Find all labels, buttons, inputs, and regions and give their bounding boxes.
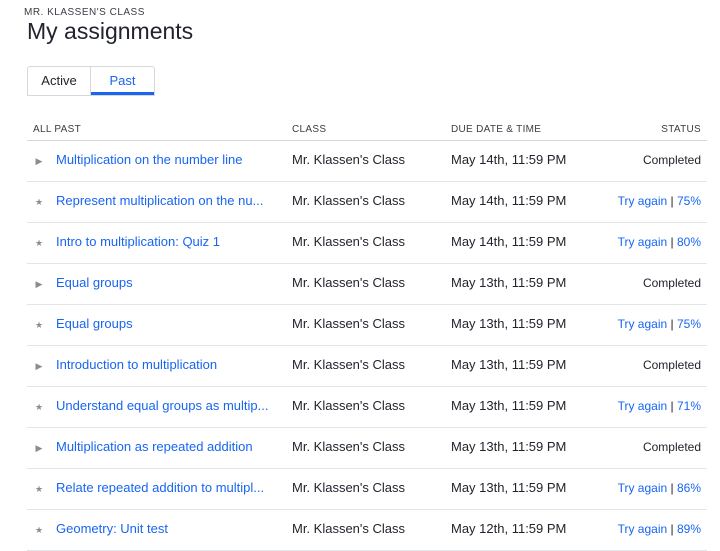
table-row: ▶ Equal groups Mr. Klassen's Class May 1… xyxy=(27,264,707,305)
star-icon: ★ xyxy=(34,320,44,330)
status-separator: | xyxy=(667,235,677,249)
assignment-class: Mr. Klassen's Class xyxy=(292,521,406,536)
assignment-link[interactable]: Intro to multiplication: Quiz 1 xyxy=(56,234,278,249)
star-icon: ★ xyxy=(34,484,44,494)
assignment-class: Mr. Klassen's Class xyxy=(292,316,406,331)
assignment-tabs: Active Past xyxy=(27,66,155,96)
assignment-link[interactable]: Represent multiplication on the nu... xyxy=(56,193,278,208)
table-row: ★ Intro to multiplication: Quiz 1 Mr. Kl… xyxy=(27,223,707,264)
play-triangle-icon: ▶ xyxy=(35,361,43,371)
play-triangle-icon: ▶ xyxy=(35,279,43,289)
table-row: ★ Understand equal groups as multip... M… xyxy=(27,387,707,428)
assignment-status: Try again | 86% xyxy=(618,481,701,495)
assignment-link[interactable]: Equal groups xyxy=(56,275,278,290)
assignment-class: Mr. Klassen's Class xyxy=(292,152,406,167)
assignment-class: Mr. Klassen's Class xyxy=(292,480,406,495)
try-again-link[interactable]: Try again xyxy=(618,399,668,413)
assignment-status: Completed xyxy=(643,358,701,372)
assignment-link[interactable]: Introduction to multiplication xyxy=(56,357,278,372)
tab-past[interactable]: Past xyxy=(91,67,154,95)
assignment-status: Try again | 75% xyxy=(618,194,701,208)
status-separator: | xyxy=(667,481,677,495)
score-value: 75% xyxy=(676,194,701,208)
assignments-table: ALL PAST CLASS DUE DATE & TIME STATUS ▶ … xyxy=(27,118,707,551)
assignment-status: Try again | 80% xyxy=(618,235,701,249)
table-body: ▶ Multiplication on the number line Mr. … xyxy=(27,141,707,551)
score-value: 89% xyxy=(676,522,701,536)
assignment-link[interactable]: Multiplication on the number line xyxy=(56,152,278,167)
assignment-due-date: May 12th, 11:59 PM xyxy=(451,521,567,536)
table-header: ALL PAST CLASS DUE DATE & TIME STATUS xyxy=(27,118,707,141)
assignment-class: Mr. Klassen's Class xyxy=(292,357,406,372)
column-header-name: ALL PAST xyxy=(33,124,81,135)
assignment-class: Mr. Klassen's Class xyxy=(292,234,406,249)
assignment-status: Completed xyxy=(643,440,701,454)
status-separator: | xyxy=(667,194,677,208)
star-icon: ★ xyxy=(34,238,44,248)
assignment-due-date: May 13th, 11:59 PM xyxy=(451,275,567,290)
assignment-due-date: May 13th, 11:59 PM xyxy=(451,398,567,413)
assignment-class: Mr. Klassen's Class xyxy=(292,439,406,454)
play-triangle-icon: ▶ xyxy=(35,156,43,166)
score-value: 86% xyxy=(676,481,701,495)
assignment-due-date: May 13th, 11:59 PM xyxy=(451,316,567,331)
column-header-due: DUE DATE & TIME xyxy=(451,124,542,135)
assignment-status: Try again | 89% xyxy=(618,522,701,536)
star-icon: ★ xyxy=(34,402,44,412)
class-label: MR. KLASSEN'S CLASS xyxy=(24,7,145,18)
status-separator: | xyxy=(667,522,677,536)
tab-active[interactable]: Active xyxy=(28,67,91,95)
try-again-link[interactable]: Try again xyxy=(618,235,668,249)
try-again-link[interactable]: Try again xyxy=(618,317,668,331)
status-text: Completed xyxy=(642,153,701,167)
try-again-link[interactable]: Try again xyxy=(618,194,668,208)
table-row: ★ Represent multiplication on the nu... … xyxy=(27,182,707,223)
column-header-class: CLASS xyxy=(292,124,327,135)
assignment-due-date: May 14th, 11:59 PM xyxy=(451,234,567,249)
assignment-due-date: May 14th, 11:59 PM xyxy=(451,152,567,167)
table-row: ★ Relate repeated addition to multipl...… xyxy=(27,469,707,510)
status-separator: | xyxy=(667,317,677,331)
play-triangle-icon: ▶ xyxy=(35,443,43,453)
try-again-link[interactable]: Try again xyxy=(618,522,668,536)
score-value: 71% xyxy=(676,399,701,413)
assignment-due-date: May 13th, 11:59 PM xyxy=(451,439,567,454)
assignment-status: Completed xyxy=(643,276,701,290)
star-icon: ★ xyxy=(34,525,44,535)
status-text: Completed xyxy=(642,276,701,290)
table-row: ★ Equal groups Mr. Klassen's Class May 1… xyxy=(27,305,707,346)
assignment-link[interactable]: Multiplication as repeated addition xyxy=(56,439,278,454)
table-row: ▶ Multiplication as repeated addition Mr… xyxy=(27,428,707,469)
assignment-due-date: May 14th, 11:59 PM xyxy=(451,193,567,208)
assignment-link[interactable]: Relate repeated addition to multipl... xyxy=(56,480,278,495)
score-value: 80% xyxy=(676,235,701,249)
assignment-status: Try again | 71% xyxy=(618,399,701,413)
table-row: ★ Geometry: Unit test Mr. Klassen's Clas… xyxy=(27,510,707,551)
table-row: ▶ Introduction to multiplication Mr. Kla… xyxy=(27,346,707,387)
assignment-link[interactable]: Equal groups xyxy=(56,316,278,331)
assignment-class: Mr. Klassen's Class xyxy=(292,275,406,290)
assignment-due-date: May 13th, 11:59 PM xyxy=(451,357,567,372)
status-text: Completed xyxy=(642,358,701,372)
column-header-status: STATUS xyxy=(661,124,701,135)
assignment-due-date: May 13th, 11:59 PM xyxy=(451,480,567,495)
assignment-status: Completed xyxy=(643,153,701,167)
star-icon: ★ xyxy=(34,197,44,207)
assignment-link[interactable]: Geometry: Unit test xyxy=(56,521,278,536)
status-separator: | xyxy=(667,399,677,413)
assignment-link[interactable]: Understand equal groups as multip... xyxy=(56,398,278,413)
assignment-status: Try again | 75% xyxy=(618,317,701,331)
page-title: My assignments xyxy=(27,18,194,44)
assignment-class: Mr. Klassen's Class xyxy=(292,398,406,413)
score-value: 75% xyxy=(676,317,701,331)
try-again-link[interactable]: Try again xyxy=(618,481,668,495)
table-row: ▶ Multiplication on the number line Mr. … xyxy=(27,141,707,182)
assignment-class: Mr. Klassen's Class xyxy=(292,193,406,208)
status-text: Completed xyxy=(642,440,701,454)
